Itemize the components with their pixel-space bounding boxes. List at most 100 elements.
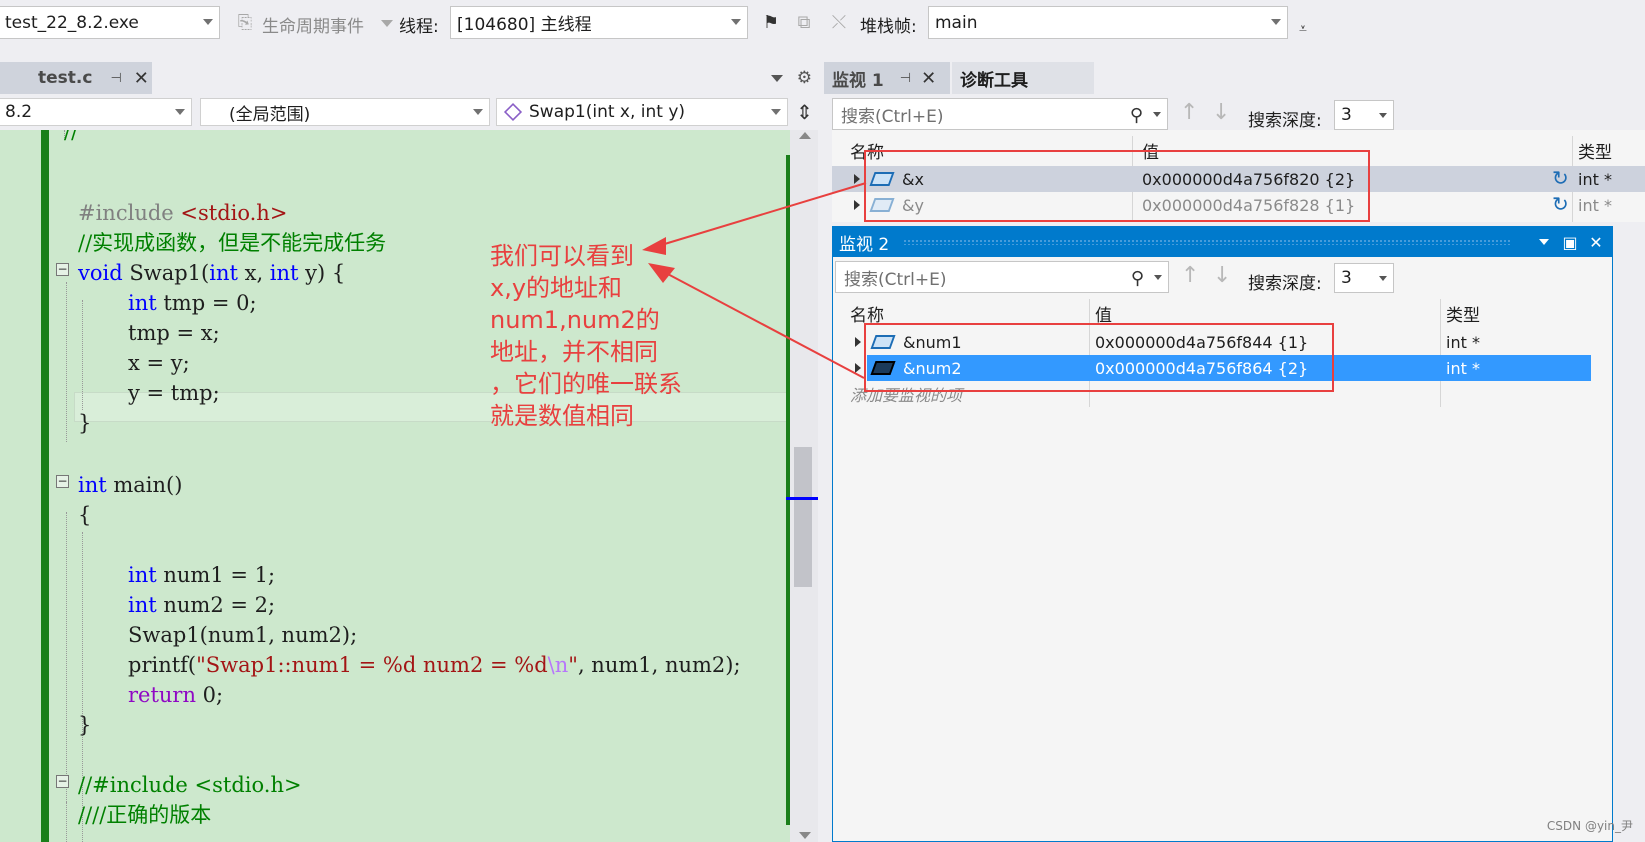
search-icon[interactable]: ⚲ (1130, 105, 1143, 126)
code-line: } (78, 408, 91, 438)
watch2-window: 监视 2 ▣ ✕ 搜索(Ctrl+E) ⚲ ↑ ↓ 搜索深度: 3 名称 值 类… (832, 226, 1613, 842)
watch2-title-bar[interactable]: 监视 2 ▣ ✕ (833, 227, 1612, 257)
chevron-down-icon (175, 109, 185, 115)
drag-grip[interactable] (903, 239, 1512, 245)
code-line: int tmp = 0; (128, 288, 257, 318)
split-editor-icon[interactable]: ⇕ (796, 100, 813, 124)
expand-icon[interactable] (854, 174, 860, 184)
lifecycle-dropdown-icon[interactable] (381, 20, 393, 27)
show-threads-icon[interactable]: ⤬ (828, 11, 850, 33)
watch1-search-input[interactable]: 搜索(Ctrl+E) ⚲ (832, 98, 1168, 130)
tab-test-c[interactable]: test.c ⊣ ✕ (0, 62, 152, 94)
code-keyword: int (128, 563, 157, 587)
column-type[interactable]: 类型 (1578, 138, 1612, 163)
code-line: //#include <stdio.h> (78, 770, 302, 800)
refresh-icon[interactable]: ↻ (1552, 192, 1569, 216)
search-placeholder: 搜索(Ctrl+E) (844, 269, 947, 290)
debug-toolbar: test_22_8.2.exe ⎘ 生命周期事件 线程: [104680] 主线… (0, 0, 1645, 48)
search-previous-icon[interactable]: ↑ (1180, 100, 1198, 125)
project-value: 8.2 (5, 102, 33, 122)
navigation-bar: 8.2 (全局范围) Swap1(int x, int y) ⇕ (0, 96, 818, 128)
chevron-down-icon (203, 19, 213, 25)
search-next-icon[interactable]: ↓ (1212, 100, 1230, 125)
search-previous-icon[interactable]: ↑ (1181, 263, 1199, 288)
indent-guide (66, 802, 67, 842)
flag-icon[interactable]: ⚑ (760, 11, 782, 33)
search-depth-combo[interactable]: 3 (1334, 263, 1394, 293)
code-line: } (78, 710, 91, 740)
window-dropdown-icon[interactable] (1533, 231, 1555, 253)
toolbar-overflow-icon[interactable]: ⩡ (1292, 18, 1314, 40)
stack-frame-combo[interactable]: main (928, 6, 1288, 39)
pin-icon[interactable]: ⊣ (900, 71, 911, 86)
search-next-icon[interactable]: ↓ (1213, 263, 1231, 288)
code-keyword: int (269, 261, 299, 285)
column-type[interactable]: 类型 (1446, 301, 1480, 326)
code-text: printf( (128, 653, 197, 677)
row-type: int * (1446, 332, 1480, 352)
expand-icon[interactable] (855, 363, 861, 373)
search-depth-value: 3 (1341, 268, 1352, 288)
tab-watch-1[interactable]: 监视 1 ⊣ ✕ (824, 62, 950, 94)
expand-icon[interactable] (855, 337, 861, 347)
chevron-down-icon[interactable] (1154, 275, 1162, 280)
scroll-position-marker (786, 497, 818, 500)
collapse-icon[interactable]: − (56, 475, 69, 488)
code-comment: ////正确的版本 (78, 803, 212, 827)
code-string: " (568, 653, 578, 677)
thread-combo[interactable]: [104680] 主线程 (450, 6, 748, 39)
search-depth-label: 搜索深度: (1248, 111, 1322, 131)
tab-diagnostic-tools[interactable]: 诊断工具 (952, 62, 1094, 94)
code-line: int main() (78, 470, 182, 500)
function-combo[interactable]: Swap1(int x, int y) (496, 98, 788, 126)
pin-icon[interactable]: ⊣ (110, 71, 121, 86)
lifecycle-icon: ⎘ (237, 11, 253, 33)
close-icon[interactable]: ✕ (134, 68, 149, 89)
switch-thread-icon[interactable]: ⧉ (793, 11, 815, 33)
code-header: <stdio.h> (180, 201, 288, 225)
annotation-text: 我们可以看到 x,y的地址和 num1,num2的 地址，并不相同 ，它们的唯一… (490, 242, 682, 430)
code-line: tmp = x; (128, 318, 220, 348)
expand-icon[interactable] (854, 200, 860, 210)
gear-icon[interactable]: ⚙ (797, 68, 812, 88)
code-text: } (78, 713, 92, 737)
search-placeholder: 搜索(Ctrl+E) (841, 106, 944, 127)
code-text: y = tmp; (128, 381, 220, 405)
code-text: , num1, num2); (577, 653, 741, 677)
indent-guide (66, 512, 67, 842)
scroll-up-icon[interactable] (799, 132, 811, 139)
code-editor[interactable]: // #include <stdio.h> //实现成函数，但是不能完成任务 −… (0, 130, 790, 842)
collapse-icon[interactable]: − (56, 263, 69, 276)
watch2-title: 监视 2 (839, 234, 890, 255)
column-value[interactable]: 值 (1095, 301, 1112, 326)
lifecycle-events-button[interactable]: 生命周期事件 (262, 12, 364, 37)
search-depth-combo[interactable]: 3 (1334, 100, 1394, 130)
code-line: Swap1(num1, num2); (128, 620, 357, 650)
code-text: tmp = x; (128, 321, 220, 345)
chevron-down-icon[interactable] (1153, 112, 1161, 117)
code-text: { (78, 503, 92, 527)
maximize-icon[interactable]: ▣ (1559, 231, 1581, 253)
code-line: int num1 = 1; (128, 560, 275, 590)
stack-frame-value: main (935, 12, 978, 33)
close-icon[interactable]: ✕ (921, 68, 936, 89)
collapse-icon[interactable]: − (56, 775, 69, 788)
tab-list-dropdown-icon[interactable] (770, 74, 783, 82)
chevron-down-icon (731, 19, 741, 25)
close-icon[interactable]: ✕ (1585, 231, 1607, 253)
watch2-search-input[interactable]: 搜索(Ctrl+E) ⚲ (835, 261, 1169, 293)
editor-tab-bar: test.c ⊣ ✕ ⚙ (0, 62, 818, 94)
refresh-icon[interactable]: ↻ (1552, 166, 1569, 190)
scroll-down-icon[interactable] (799, 832, 811, 839)
search-icon[interactable]: ⚲ (1131, 268, 1144, 289)
chevron-down-icon (1379, 113, 1387, 118)
scope-combo[interactable]: (全局范围) (200, 98, 490, 126)
indent-guide (82, 300, 83, 410)
process-combo[interactable]: test_22_8.2.exe (0, 6, 220, 39)
tab-label: 监视 1 (832, 70, 884, 91)
project-combo[interactable]: 8.2 (0, 98, 192, 126)
column-name[interactable]: 名称 (850, 301, 884, 326)
code-line: printf("Swap1::num1 = %d num2 = %d\n", n… (128, 650, 741, 680)
scroll-thumb[interactable] (794, 447, 812, 587)
code-text: tmp = 0; (156, 291, 257, 315)
